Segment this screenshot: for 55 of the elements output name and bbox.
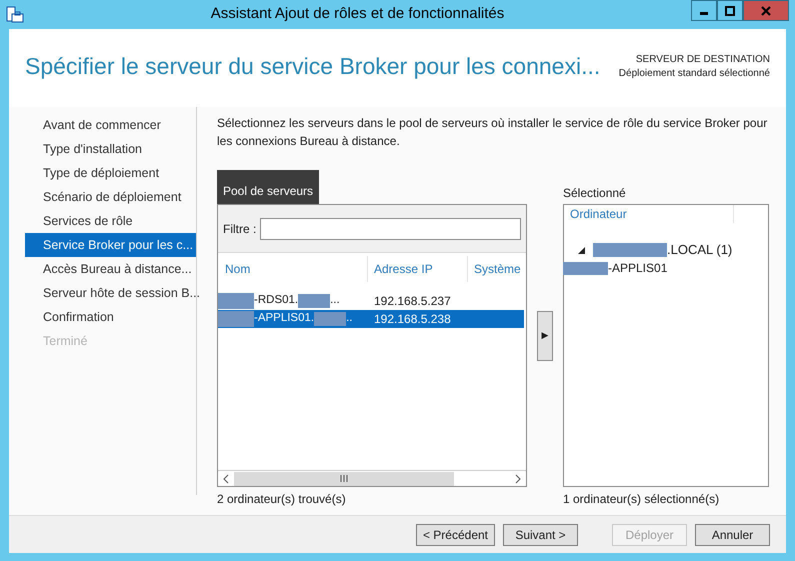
scroll-right-icon[interactable] xyxy=(514,474,522,484)
server-name: -RDS01. xyxy=(254,293,298,308)
redaction-block xyxy=(314,312,346,326)
redaction-block xyxy=(218,311,254,327)
found-count: 2 ordinateur(s) trouvé(s) xyxy=(217,491,347,508)
selected-count: 1 ordinateur(s) sélectionné(s) xyxy=(563,491,720,508)
wizard-step[interactable]: Type de déploiement xyxy=(25,161,196,185)
scroll-left-icon[interactable] xyxy=(222,474,230,484)
server-row[interactable]: -APPLIS01. .. 192.168.5.238 xyxy=(218,310,524,328)
pool-tab[interactable]: Pool de serveurs xyxy=(217,170,320,204)
computer-name: -APPLIS01 xyxy=(608,260,668,277)
collapse-triangle-icon[interactable] xyxy=(578,246,585,254)
window-title: Assistant Ajout de rôles et de fonctionnalités xyxy=(210,4,504,24)
wizard-button[interactable]: Annuler xyxy=(695,524,770,546)
wizard-step[interactable]: Services de rôle xyxy=(25,209,196,233)
server-name: -APPLIS01. xyxy=(254,311,314,326)
redaction-block xyxy=(298,294,330,308)
grip-icon xyxy=(340,475,348,482)
column-header[interactable]: Adresse IP xyxy=(368,256,468,282)
app-icon xyxy=(6,6,24,24)
server-row[interactable]: -RDS01. ... 192.168.5.237 xyxy=(218,292,524,310)
minimize-icon xyxy=(700,12,708,14)
wizard-button[interactable]: Suivant > xyxy=(503,524,578,546)
ip-address: 192.168.5.237 xyxy=(373,293,451,310)
domain-label: .LOCAL (1) xyxy=(667,241,732,260)
column-header[interactable]: Nom xyxy=(218,256,368,282)
maximize-icon xyxy=(725,6,735,16)
minimize-button[interactable] xyxy=(691,0,717,21)
close-icon xyxy=(761,6,771,16)
column-header[interactable]: Système xyxy=(468,256,526,282)
wizard-step[interactable]: Avant de commencer xyxy=(25,113,196,137)
maximize-button[interactable] xyxy=(717,0,743,21)
ip-address: 192.168.5.238 xyxy=(373,311,451,328)
wizard-step[interactable]: Scénario de déploiement xyxy=(25,185,196,209)
redaction-block xyxy=(218,293,254,309)
close-button[interactable] xyxy=(743,0,789,21)
scrollbar-thumb[interactable] xyxy=(234,472,454,486)
filter-field[interactable] xyxy=(260,218,521,240)
wizard-step[interactable]: Accès Bureau à distance... xyxy=(25,257,196,281)
wizard-button[interactable]: < Précédent xyxy=(416,524,495,546)
destination-label: SERVEUR DE DESTINATION xyxy=(636,53,770,67)
destination-value: Déploiement standard sélectionné xyxy=(618,67,770,81)
wizard-step[interactable]: Type d'installation xyxy=(25,137,196,161)
add-button[interactable]: ▶ xyxy=(537,311,553,361)
wizard-step[interactable]: Service Broker pour les c... xyxy=(25,233,196,257)
name-ellipsis: .. xyxy=(346,311,352,326)
name-ellipsis: ... xyxy=(330,293,340,308)
page-title: Spécifier le serveur du service Broker pour les connexi... xyxy=(25,55,600,78)
selected-label: Sélectionné xyxy=(563,185,627,202)
redaction-block xyxy=(563,262,608,274)
horizontal-scrollbar[interactable] xyxy=(218,470,526,486)
filter-label: Filtre : xyxy=(223,220,256,238)
column-header[interactable]: Ordinateur xyxy=(564,205,734,223)
description: Sélectionnez les serveurs dans le pool de serveurs où installer le service de rôle du service Broker pour les connexions Bureau à distance. xyxy=(217,115,768,150)
wizard-step[interactable]: Confirmation xyxy=(25,305,196,329)
